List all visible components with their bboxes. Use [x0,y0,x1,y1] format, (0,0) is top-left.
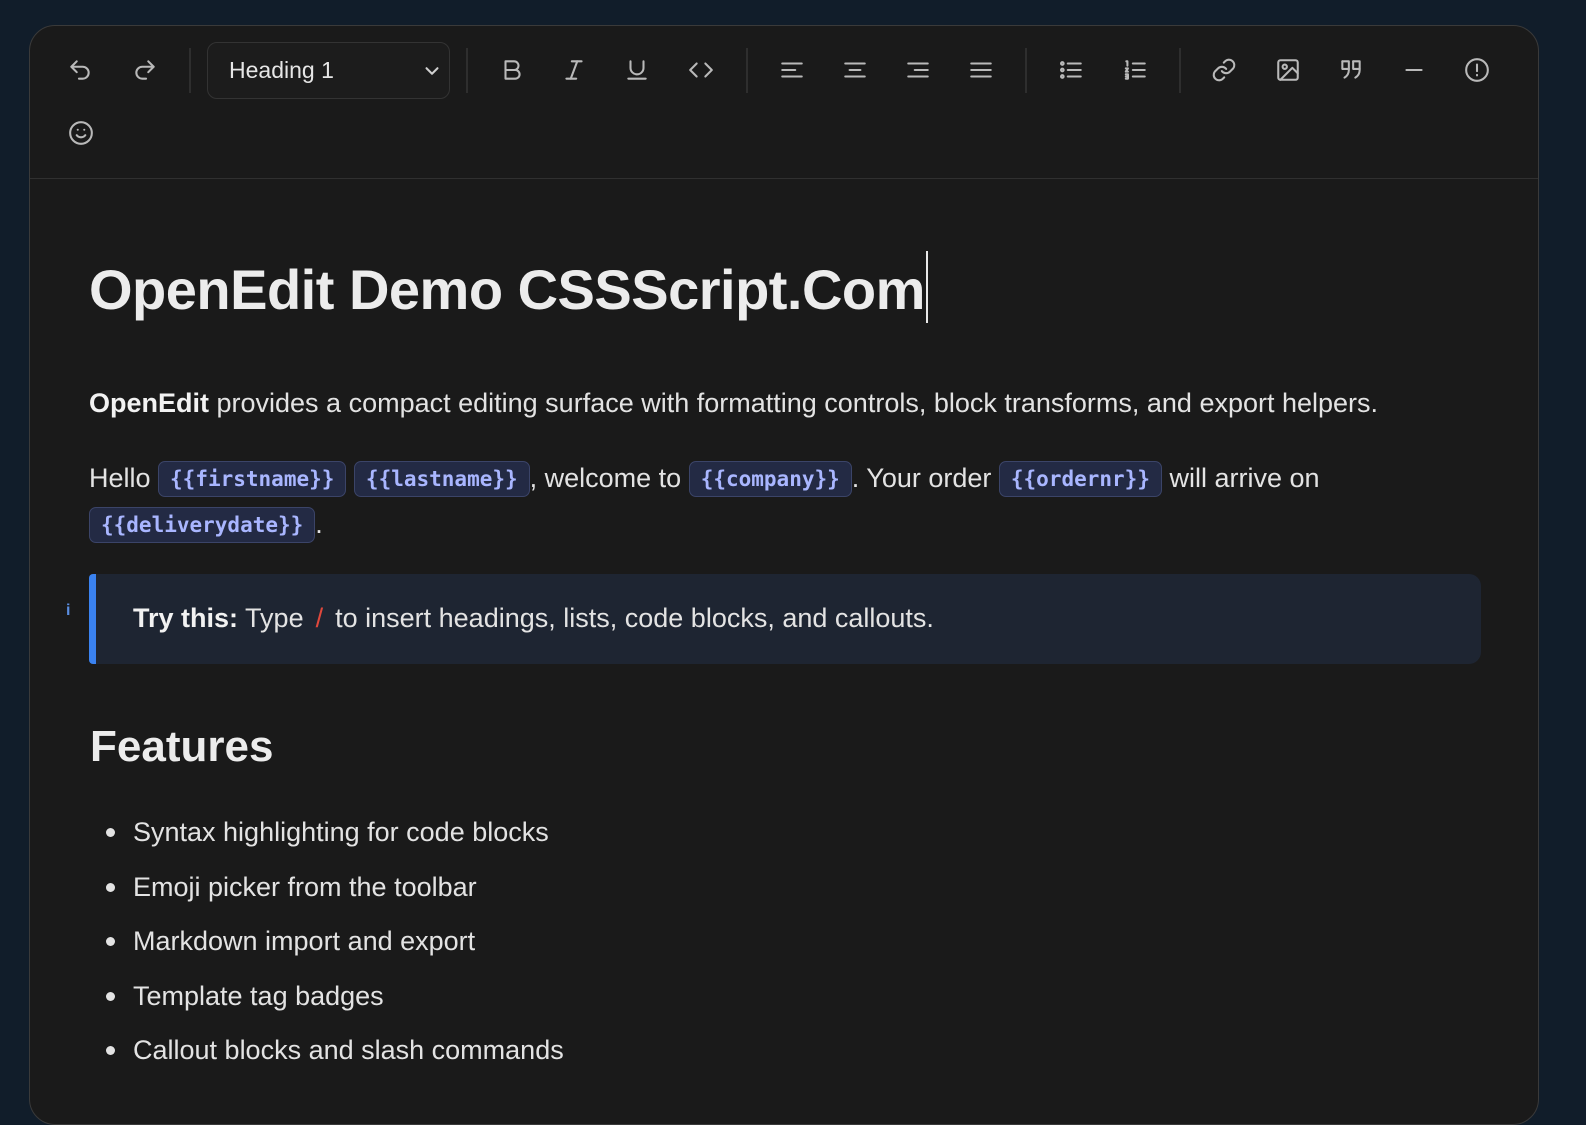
underline-button[interactable] [615,48,659,92]
list-item[interactable]: Emoji picker from the toolbar [89,860,564,915]
quote-button[interactable] [1329,48,1373,92]
intro-bold: OpenEdit [89,388,209,418]
bullet-icon [106,937,115,946]
horizontal-rule-icon [1405,68,1423,72]
text-caret [925,251,928,323]
callout-after: to insert headings, lists, code blocks, … [335,603,934,633]
toolbar: Heading 1 [30,26,1538,179]
intro-paragraph[interactable]: OpenEdit provides a compact editing surf… [89,380,1378,427]
list-item[interactable]: Markdown import and export [89,914,564,969]
link-button[interactable] [1202,48,1246,92]
end-text: . [315,509,323,539]
align-justify-button[interactable] [959,48,1003,92]
italic-button[interactable] [552,48,596,92]
order-text: . Your order [851,463,999,493]
editor-window: Heading 1 OpenEdit Demo CSSScript.Com Op… [29,25,1539,1125]
align-right-button[interactable] [896,48,940,92]
template-tag-lastname[interactable]: {{lastname}} [353,461,530,497]
undo-button[interactable] [58,48,102,92]
horizontal-rule-button[interactable] [1392,48,1436,92]
slash-command-hint: / [315,603,324,633]
align-justify-icon [970,62,992,78]
toolbar-divider [1179,48,1181,93]
align-center-button[interactable] [833,48,877,92]
template-paragraph-line2[interactable]: {{deliverydate}}. [89,501,323,548]
link-icon [1212,58,1236,82]
bullet-icon [106,1046,115,1055]
template-tag-firstname[interactable]: {{firstname}} [158,461,347,497]
bold-icon [504,60,521,80]
intro-text: provides a compact editing surface with … [209,388,1379,418]
toolbar-divider [746,48,748,93]
welcome-text: , welcome to [529,463,689,493]
image-icon [1277,59,1299,81]
align-right-icon [907,62,929,78]
code-button[interactable] [679,48,723,92]
emoji-icon [69,121,93,145]
quote-icon [1341,60,1361,79]
align-left-icon [781,62,803,78]
template-tag-deliverydate[interactable]: {{deliverydate}} [89,507,316,543]
list-item-text: Markdown import and export [133,926,476,956]
numbered-list-button[interactable] [1113,48,1157,92]
block-type-select[interactable]: Heading 1 [207,42,450,99]
features-heading[interactable]: Features [90,717,273,777]
hello-text: Hello [89,463,159,493]
numbered-list-icon [1124,60,1146,80]
callout-before: Type [238,603,304,633]
list-item[interactable]: Callout blocks and slash commands [89,1023,564,1078]
arrive-text: will arrive on [1161,463,1320,493]
callout-block[interactable]: i Try this: Type / to insert headings, lis… [66,574,1481,664]
alert-circle-icon [1465,58,1489,82]
redo-button[interactable] [123,48,167,92]
callout-info-marker: i [66,602,71,619]
undo-icon [70,60,90,80]
bold-button[interactable] [490,48,534,92]
document-title-text: OpenEdit Demo CSSScript.Com [89,258,925,321]
template-tag-ordernr[interactable]: {{ordernr}} [998,461,1162,497]
callout-text: Try this: Type / to insert headings, lists… [133,596,934,640]
toolbar-divider [189,48,191,93]
features-list: Syntax highlighting for code blocks Emoj… [89,805,564,1078]
template-paragraph[interactable]: Hello {{firstname}} {{lastname}}, welcom… [89,455,1320,502]
toolbar-divider [466,48,468,93]
underline-icon [627,60,647,80]
list-item[interactable]: Template tag badges [89,969,564,1024]
block-type-value: Heading 1 [229,57,334,83]
italic-icon [565,60,583,80]
template-tag-company[interactable]: {{company}} [688,461,852,497]
list-item-text: Emoji picker from the toolbar [133,871,477,902]
chevron-down-icon [421,60,443,82]
document-title[interactable]: OpenEdit Demo CSSScript.Com [89,251,928,323]
list-item-text: Template tag badges [133,980,384,1011]
bullet-icon [106,828,115,837]
bullet-icon [106,882,115,892]
list-item-text: Callout blocks and slash commands [133,1035,564,1065]
emoji-button[interactable] [59,111,103,155]
list-item[interactable]: Syntax highlighting for code blocks [89,805,564,860]
image-button[interactable] [1266,48,1310,92]
callout-button[interactable] [1455,48,1499,92]
list-item-text: Syntax highlighting for code blocks [133,817,549,847]
code-icon [689,62,713,78]
align-left-button[interactable] [770,48,814,92]
callout-label: Try this: [133,603,239,633]
bullet-icon [106,991,115,1001]
redo-icon [135,60,155,80]
bullet-list-icon [1060,61,1082,79]
bullet-list-button[interactable] [1049,48,1093,92]
align-center-icon [844,62,866,78]
toolbar-divider [1025,48,1027,93]
